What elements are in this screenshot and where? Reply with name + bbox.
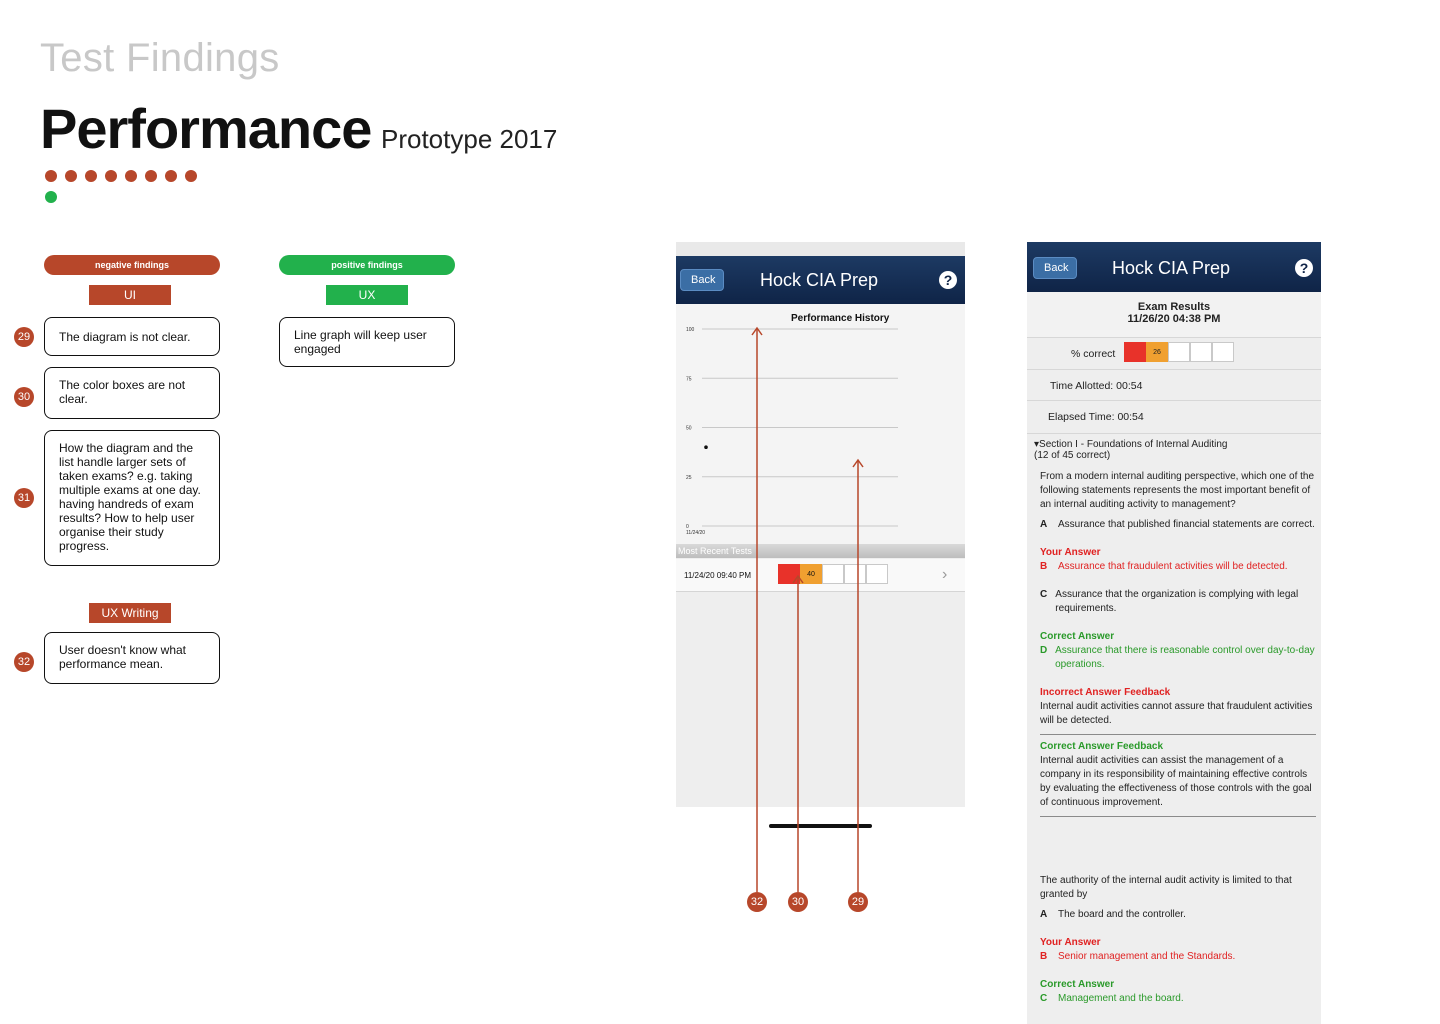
page-title: Performance — [40, 97, 372, 160]
finding-number: 32 — [14, 652, 34, 672]
elapsed-time-row: Elapsed Time: 00:54 — [1027, 401, 1321, 434]
negative-findings-pill: negative findings — [44, 255, 220, 275]
divider — [1040, 816, 1316, 817]
finding-number: 30 — [14, 387, 34, 407]
section-count: (12 of 45 correct) — [1034, 450, 1111, 461]
time-allotted-row: Time Allotted: 00:54 — [1027, 370, 1321, 401]
results-date: 11/26/20 04:38 PM — [1127, 313, 1221, 325]
finding-card: Line graph will keep user engaged — [279, 317, 455, 367]
tag-ui: UI — [89, 285, 171, 305]
progress-dot — [125, 170, 137, 182]
answer-option-b: B Assurance that fraudulent activities wi… — [1040, 561, 1288, 572]
finding-card: How the diagram and the list handle larg… — [44, 430, 220, 566]
page-subtitle: Prototype 2017 — [381, 124, 558, 154]
finding-card: The diagram is not clear. — [44, 317, 220, 356]
score-boxes: 26 — [1124, 342, 1234, 362]
callout-number: 32 — [747, 892, 767, 912]
correct-feedback-text: Internal audit activities can assist the… — [1040, 755, 1312, 808]
answer-option-d: D Assurance that there is reasonable cont… — [1040, 645, 1315, 670]
section-title: Section I - Foundations of Internal Audi… — [1039, 439, 1228, 450]
correct-feedback-label: Correct Answer Feedback — [1040, 741, 1164, 752]
correct-answer-label: Correct Answer — [1040, 979, 1115, 990]
score-box-amber: 26 — [1146, 342, 1168, 362]
callout-number: 30 — [788, 892, 808, 912]
score-box-red — [1124, 342, 1146, 362]
correct-answer-label: Correct Answer — [1040, 631, 1115, 642]
question-text: From a modern internal auditing perspect… — [1040, 471, 1315, 510]
progress-dots — [45, 170, 197, 182]
results-title: Exam Results — [1137, 301, 1211, 313]
answer-text: Assurance that there is reasonable contr… — [1055, 645, 1315, 670]
time-allotted: Time Allotted: 00:54 — [1050, 380, 1143, 392]
question-1: From a modern internal auditing perspect… — [1040, 470, 1316, 817]
callout-lines — [751, 326, 864, 892]
answer-text: Assurance that published financial state… — [1058, 519, 1315, 530]
results-header: Exam Results 11/26/20 04:38 PM — [1027, 292, 1321, 338]
progress-dot — [85, 170, 97, 182]
progress-dot — [45, 170, 57, 182]
callout-number: 29 — [848, 892, 868, 912]
score-box-empty — [1212, 342, 1234, 362]
question-2: The authority of the internal audit acti… — [1040, 874, 1316, 1006]
finding-card: User doesn't know what performance mean. — [44, 632, 220, 684]
answer-option-c: C Management and the board. — [1040, 993, 1184, 1004]
positive-findings-pill: positive findings — [279, 255, 455, 275]
elapsed-time: Elapsed Time: 00:54 — [1048, 411, 1144, 423]
progress-dot — [165, 170, 177, 182]
score-box-empty — [1168, 342, 1190, 362]
divider — [1040, 734, 1316, 735]
incorrect-feedback-text: Internal audit activities cannot assure … — [1040, 701, 1313, 726]
progress-dot-current — [45, 191, 57, 203]
question-text: The authority of the internal audit acti… — [1040, 875, 1292, 900]
answer-text: Assurance that the organization is compl… — [1055, 589, 1299, 614]
answer-text: Assurance that fraudulent activities wil… — [1058, 561, 1288, 572]
back-button[interactable]: Back — [1033, 257, 1078, 279]
finding-number: 31 — [14, 488, 34, 508]
answer-option-a: A The board and the controller. — [1040, 909, 1186, 920]
incorrect-feedback-label: Incorrect Answer Feedback — [1040, 687, 1171, 698]
answer-text: Management and the board. — [1058, 993, 1184, 1004]
progress-dot — [185, 170, 197, 182]
tag-ux: UX — [326, 285, 408, 305]
answer-text: Senior management and the Standards. — [1058, 951, 1236, 962]
answer-text: The board and the controller. — [1058, 909, 1186, 920]
finding-number: 29 — [14, 327, 34, 347]
app-title: Hock CIA Prep — [1112, 258, 1231, 278]
answer-option-a: A Assurance that published financial stat… — [1040, 519, 1315, 530]
page-eyebrow: Test Findings — [40, 36, 280, 80]
section-header[interactable]: ▾Section I - Foundations of Internal Aud… — [1034, 439, 1314, 461]
help-icon[interactable]: ? — [1295, 259, 1313, 277]
progress-dot — [145, 170, 157, 182]
answer-option-c: C Assurance that the organization is comp… — [1040, 588, 1316, 616]
score-box-empty — [1190, 342, 1212, 362]
progress-dot — [65, 170, 77, 182]
answer-option-b: B Senior management and the Standards. — [1040, 951, 1236, 962]
tag-ux-writing: UX Writing — [89, 603, 171, 623]
percent-correct-row: % correct 26 — [1027, 338, 1321, 370]
your-answer-label: Your Answer — [1040, 547, 1101, 558]
your-answer-label: Your Answer — [1040, 937, 1101, 948]
phone-exam-results-screen: Back Hock CIA Prep ? Exam Results 11/26/… — [1027, 242, 1321, 1024]
progress-dot — [105, 170, 117, 182]
navbar: Back Hock CIA Prep ? — [1027, 242, 1321, 292]
finding-card: The color boxes are not clear. — [44, 367, 220, 419]
percent-correct-label: % correct — [1071, 348, 1116, 360]
